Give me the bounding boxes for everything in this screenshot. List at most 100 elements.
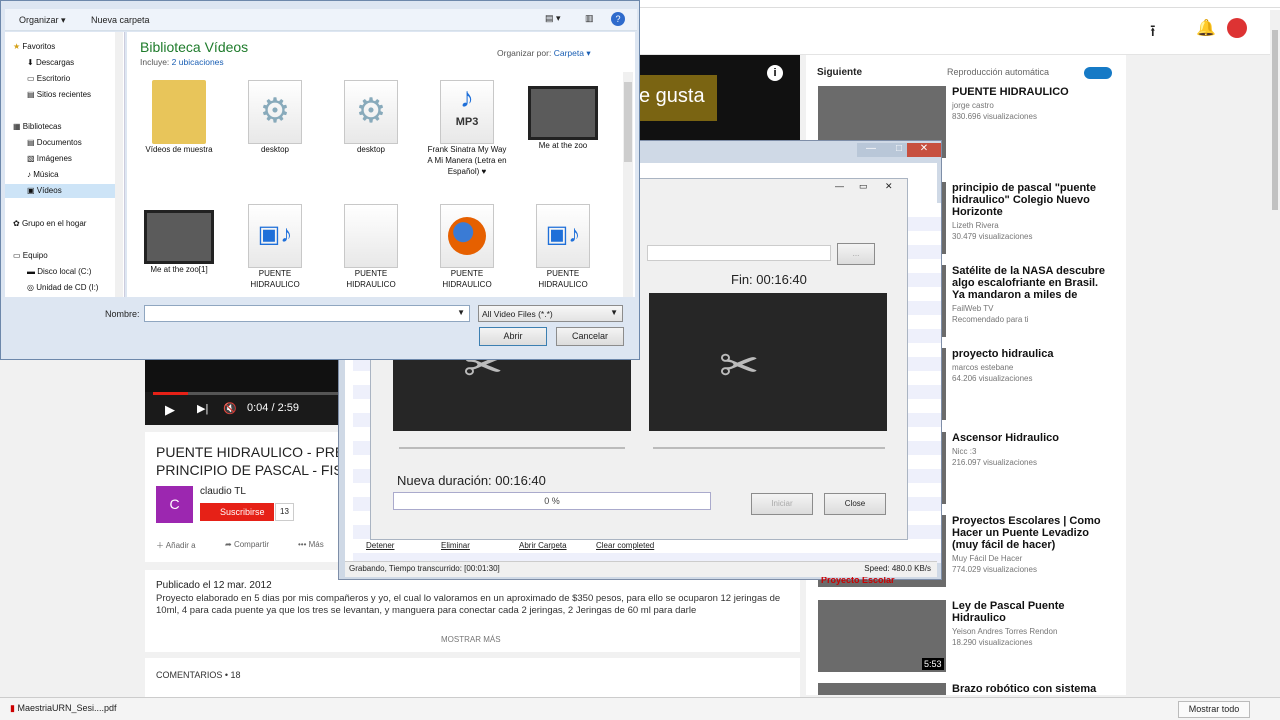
file-item-5[interactable]: Me at the zoo[1]: [139, 204, 219, 275]
nav-music[interactable]: ♪ Música: [27, 170, 59, 179]
nav-documents[interactable]: ▤ Documentos: [27, 138, 82, 147]
avatar[interactable]: [1227, 18, 1247, 38]
arrange-dropdown[interactable]: Carpeta ▾: [554, 48, 591, 58]
file-open-dialog: Organizar ▾ Nueva carpeta ▤ ▾ ▥ ? ★ Favo…: [0, 0, 640, 360]
computer-icon: ▭: [13, 251, 21, 260]
more-button[interactable]: ••• Más: [298, 540, 324, 549]
nav-label: Bibliotecas: [22, 122, 62, 131]
preview-pane-icon[interactable]: ▥: [585, 13, 594, 24]
path-input[interactable]: [647, 245, 831, 261]
file-item-7[interactable]: PUENTE HIDRAULICO: [331, 204, 411, 290]
autoplay-label: Reproducción automática: [947, 67, 1050, 77]
channel-avatar[interactable]: C: [156, 486, 193, 523]
notifications-icon[interactable]: 🔔: [1196, 18, 1216, 38]
nav-label: Vídeos: [36, 186, 62, 195]
file-type-select[interactable]: All Video Files (*.*) ▼: [478, 305, 623, 322]
share-label: Compartir: [233, 540, 270, 549]
browse-button[interactable]: ...: [837, 243, 875, 265]
includes-link[interactable]: 2 ubicaciones: [172, 57, 224, 67]
publish-date: Publicado el 12 mar. 2012: [156, 580, 272, 591]
show-all-button[interactable]: Mostrar todo: [1178, 701, 1250, 718]
autoplay-toggle[interactable]: [1084, 67, 1112, 79]
help-icon[interactable]: ?: [611, 12, 625, 26]
open-folder-link[interactable]: Abrir Carpeta: [519, 541, 567, 550]
maximize-button[interactable]: ▭: [859, 181, 868, 192]
start-slider[interactable]: [399, 447, 625, 449]
desktop-icon: ▭: [27, 74, 35, 83]
nav-label: Escritorio: [36, 74, 71, 83]
arrange-value: Carpeta: [553, 48, 584, 58]
video-channel: jorge castro: [952, 101, 994, 110]
download-item[interactable]: ▮ MaestriaURN_Sesi....pdf: [10, 703, 117, 714]
end-slider[interactable]: [653, 447, 885, 449]
close-button[interactable]: ✕: [885, 181, 893, 192]
share-button[interactable]: ➦ Compartir: [225, 540, 269, 549]
videos-icon: ▣: [27, 186, 35, 195]
info-icon[interactable]: i: [767, 65, 783, 81]
recorder-status-bar: Grabando, Tiempo transcurrido: [00:01:30…: [345, 561, 937, 577]
nav-libraries[interactable]: ▦ Bibliotecas: [13, 122, 61, 131]
filename-input[interactable]: ▼: [144, 305, 470, 322]
nav-cd-drive[interactable]: ◎ Unidad de CD (I:): [27, 283, 98, 292]
file-item-8[interactable]: PUENTE HIDRAULICO: [427, 204, 507, 290]
chevron-down-icon[interactable]: ▼: [457, 308, 465, 317]
minimize-button[interactable]: —: [857, 143, 885, 157]
new-duration-label: Nueva duración: 00:16:40: [397, 473, 546, 488]
nav-videos[interactable]: ▣ Vídeos: [5, 184, 123, 198]
next-icon[interactable]: ▶|: [197, 402, 208, 415]
video-thumbnail-icon: [528, 86, 598, 140]
nav-recent[interactable]: ▤ Sitios recientes: [27, 90, 91, 99]
nav-homegroup[interactable]: ✿ Grupo en el hogar: [13, 219, 86, 228]
nav-images[interactable]: ▧ Imágenes: [27, 154, 72, 163]
nav-computer[interactable]: ▭ Equipo: [13, 251, 48, 260]
video-title: Ley de Pascal Puente Hidraulico: [952, 600, 1065, 624]
new-folder-button[interactable]: Nueva carpeta: [91, 15, 150, 25]
channel-name[interactable]: claudio TL: [200, 486, 246, 497]
nav-local-disk[interactable]: ▬ Disco local (C:): [27, 267, 91, 276]
comments-header: COMENTARIOS • 18: [156, 670, 241, 680]
includes-label: Incluye:: [140, 57, 170, 67]
delete-link[interactable]: Eliminar: [441, 541, 470, 550]
file-item-1[interactable]: ⚙ desktop: [235, 80, 315, 155]
nav-label: Sitios recientes: [36, 90, 92, 99]
show-more-button[interactable]: MOSTRAR MÁS: [441, 635, 501, 644]
play-icon[interactable]: ▶: [165, 402, 175, 418]
file-item-9[interactable]: ▣♪ PUENTE HIDRAULICO: [523, 204, 603, 290]
nav-downloads[interactable]: ⬇ Descargas: [27, 58, 74, 67]
close-dialog-button[interactable]: Close: [824, 493, 886, 515]
cancel-button[interactable]: Cancelar: [556, 327, 624, 346]
page-scrollbar[interactable]: [1270, 10, 1280, 697]
downloads-icon: ⬇: [27, 58, 34, 67]
browser-address-bar[interactable]: [640, 0, 1280, 8]
sidebar-video-8[interactable]: Brazo robótico con sistema: [818, 683, 1118, 695]
video-views: 774.029 visualizaciones: [952, 565, 1037, 574]
upload-icon[interactable]: ⭱: [1150, 20, 1156, 47]
nav-scrollbar[interactable]: [115, 32, 123, 297]
start-button[interactable]: Iniciar: [751, 493, 813, 515]
file-item-4[interactable]: Me at the zoo: [523, 80, 603, 151]
progress-bar[interactable]: [153, 392, 343, 395]
nav-desktop[interactable]: ▭ Escritorio: [27, 74, 70, 83]
clear-completed-link[interactable]: Clear completed: [596, 541, 654, 550]
organize-menu[interactable]: Organizar ▾: [19, 15, 66, 26]
file-item-6[interactable]: ▣♪ PUENTE HIDRAULICO: [235, 204, 315, 290]
video-thumbnail: [818, 683, 946, 695]
add-to-button[interactable]: ＋ Añadir a: [156, 540, 196, 551]
file-list-scrollbar[interactable]: [623, 72, 633, 297]
nav-favorites[interactable]: ★ Favoritos: [13, 42, 55, 51]
minimize-button[interactable]: —: [835, 181, 844, 191]
view-options-icon[interactable]: ▤ ▾: [545, 13, 561, 24]
file-item-2[interactable]: ⚙ desktop: [331, 80, 411, 155]
dialog-toolbar: Organizar ▾ Nueva carpeta ▤ ▾ ▥ ?: [5, 9, 637, 31]
subscribe-button[interactable]: Suscribirse: [200, 503, 274, 521]
open-button[interactable]: Abrir: [479, 327, 547, 346]
file-item-0[interactable]: Vídeos de muestra: [139, 80, 219, 155]
close-button[interactable]: ✕: [907, 143, 941, 157]
video-title-line1: PUENTE HIDRAULICO - PRE: [156, 444, 345, 460]
mute-icon[interactable]: 🔇: [223, 402, 237, 415]
video-title: Satélite de la NASA descubre algo escalo…: [952, 265, 1106, 301]
stop-link[interactable]: Detener: [366, 541, 394, 550]
video-views: Recomendado para ti: [952, 315, 1029, 324]
sidebar-video-7[interactable]: 5:53 Ley de Pascal Puente Hidraulico Yei…: [818, 600, 1118, 680]
file-item-3[interactable]: ♪ MP3 Frank Sinatra My Way A Mi Manera (L…: [427, 80, 507, 177]
